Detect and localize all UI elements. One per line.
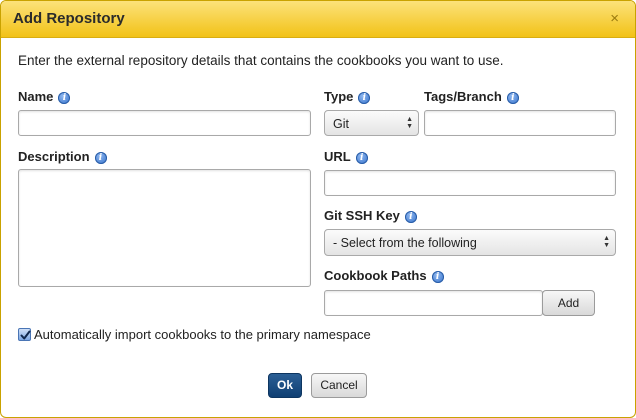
info-icon[interactable]: i	[94, 152, 107, 164]
ssh-label-group: Git SSH Key i	[324, 208, 417, 223]
tags-branch-label: Tags/Branch	[424, 89, 502, 104]
info-icon[interactable]: i	[404, 211, 417, 223]
cookbook-paths-label: Cookbook Paths	[324, 268, 427, 283]
auto-import-checkbox[interactable]	[18, 328, 31, 341]
info-icon[interactable]: i	[355, 152, 368, 164]
description-textarea[interactable]	[18, 169, 311, 287]
add-path-button[interactable]: Add	[542, 290, 595, 316]
cookbook-paths-input[interactable]	[324, 290, 543, 316]
url-input[interactable]	[324, 170, 616, 196]
info-icon[interactable]: i	[358, 92, 371, 104]
tags-branch-input[interactable]	[424, 110, 616, 136]
add-repository-dialog: Add Repository × Enter the external repo…	[0, 0, 636, 418]
type-label: Type	[324, 89, 354, 104]
tags-label-group: Tags/Branch i	[424, 89, 519, 104]
select-arrows-icon: ▲ ▼	[603, 235, 610, 249]
description-label-group: Description i	[18, 149, 107, 164]
type-select-value: Git	[333, 117, 349, 131]
dialog-title: Add Repository	[13, 10, 125, 27]
url-label-group: URL i	[324, 149, 368, 164]
name-label: Name	[18, 89, 54, 104]
git-ssh-key-select[interactable]: - Select from the following ▲ ▼	[324, 229, 616, 256]
name-input[interactable]	[18, 110, 311, 136]
ok-button[interactable]: Ok	[268, 373, 302, 398]
type-label-group: Type i	[324, 89, 371, 104]
type-select[interactable]: Git ▲ ▼	[324, 110, 419, 136]
select-arrows-icon: ▲ ▼	[406, 116, 413, 130]
git-ssh-key-select-value: - Select from the following	[333, 236, 477, 250]
info-icon[interactable]: i	[58, 92, 71, 104]
paths-label-group: Cookbook Paths i	[324, 268, 444, 283]
intro-text: Enter the external repository details th…	[18, 53, 504, 68]
dialog-titlebar[interactable]: Add Repository ×	[1, 1, 635, 38]
close-icon[interactable]: ×	[610, 10, 619, 28]
auto-import-label[interactable]: Automatically import cookbooks to the pr…	[34, 327, 371, 342]
info-icon[interactable]: i	[431, 271, 444, 283]
cancel-button[interactable]: Cancel	[311, 373, 367, 398]
url-label: URL	[324, 149, 351, 164]
description-label: Description	[18, 149, 90, 164]
name-label-group: Name i	[18, 89, 71, 104]
checkmark-icon	[20, 330, 31, 340]
git-ssh-key-label: Git SSH Key	[324, 208, 400, 223]
info-icon[interactable]: i	[506, 92, 519, 104]
